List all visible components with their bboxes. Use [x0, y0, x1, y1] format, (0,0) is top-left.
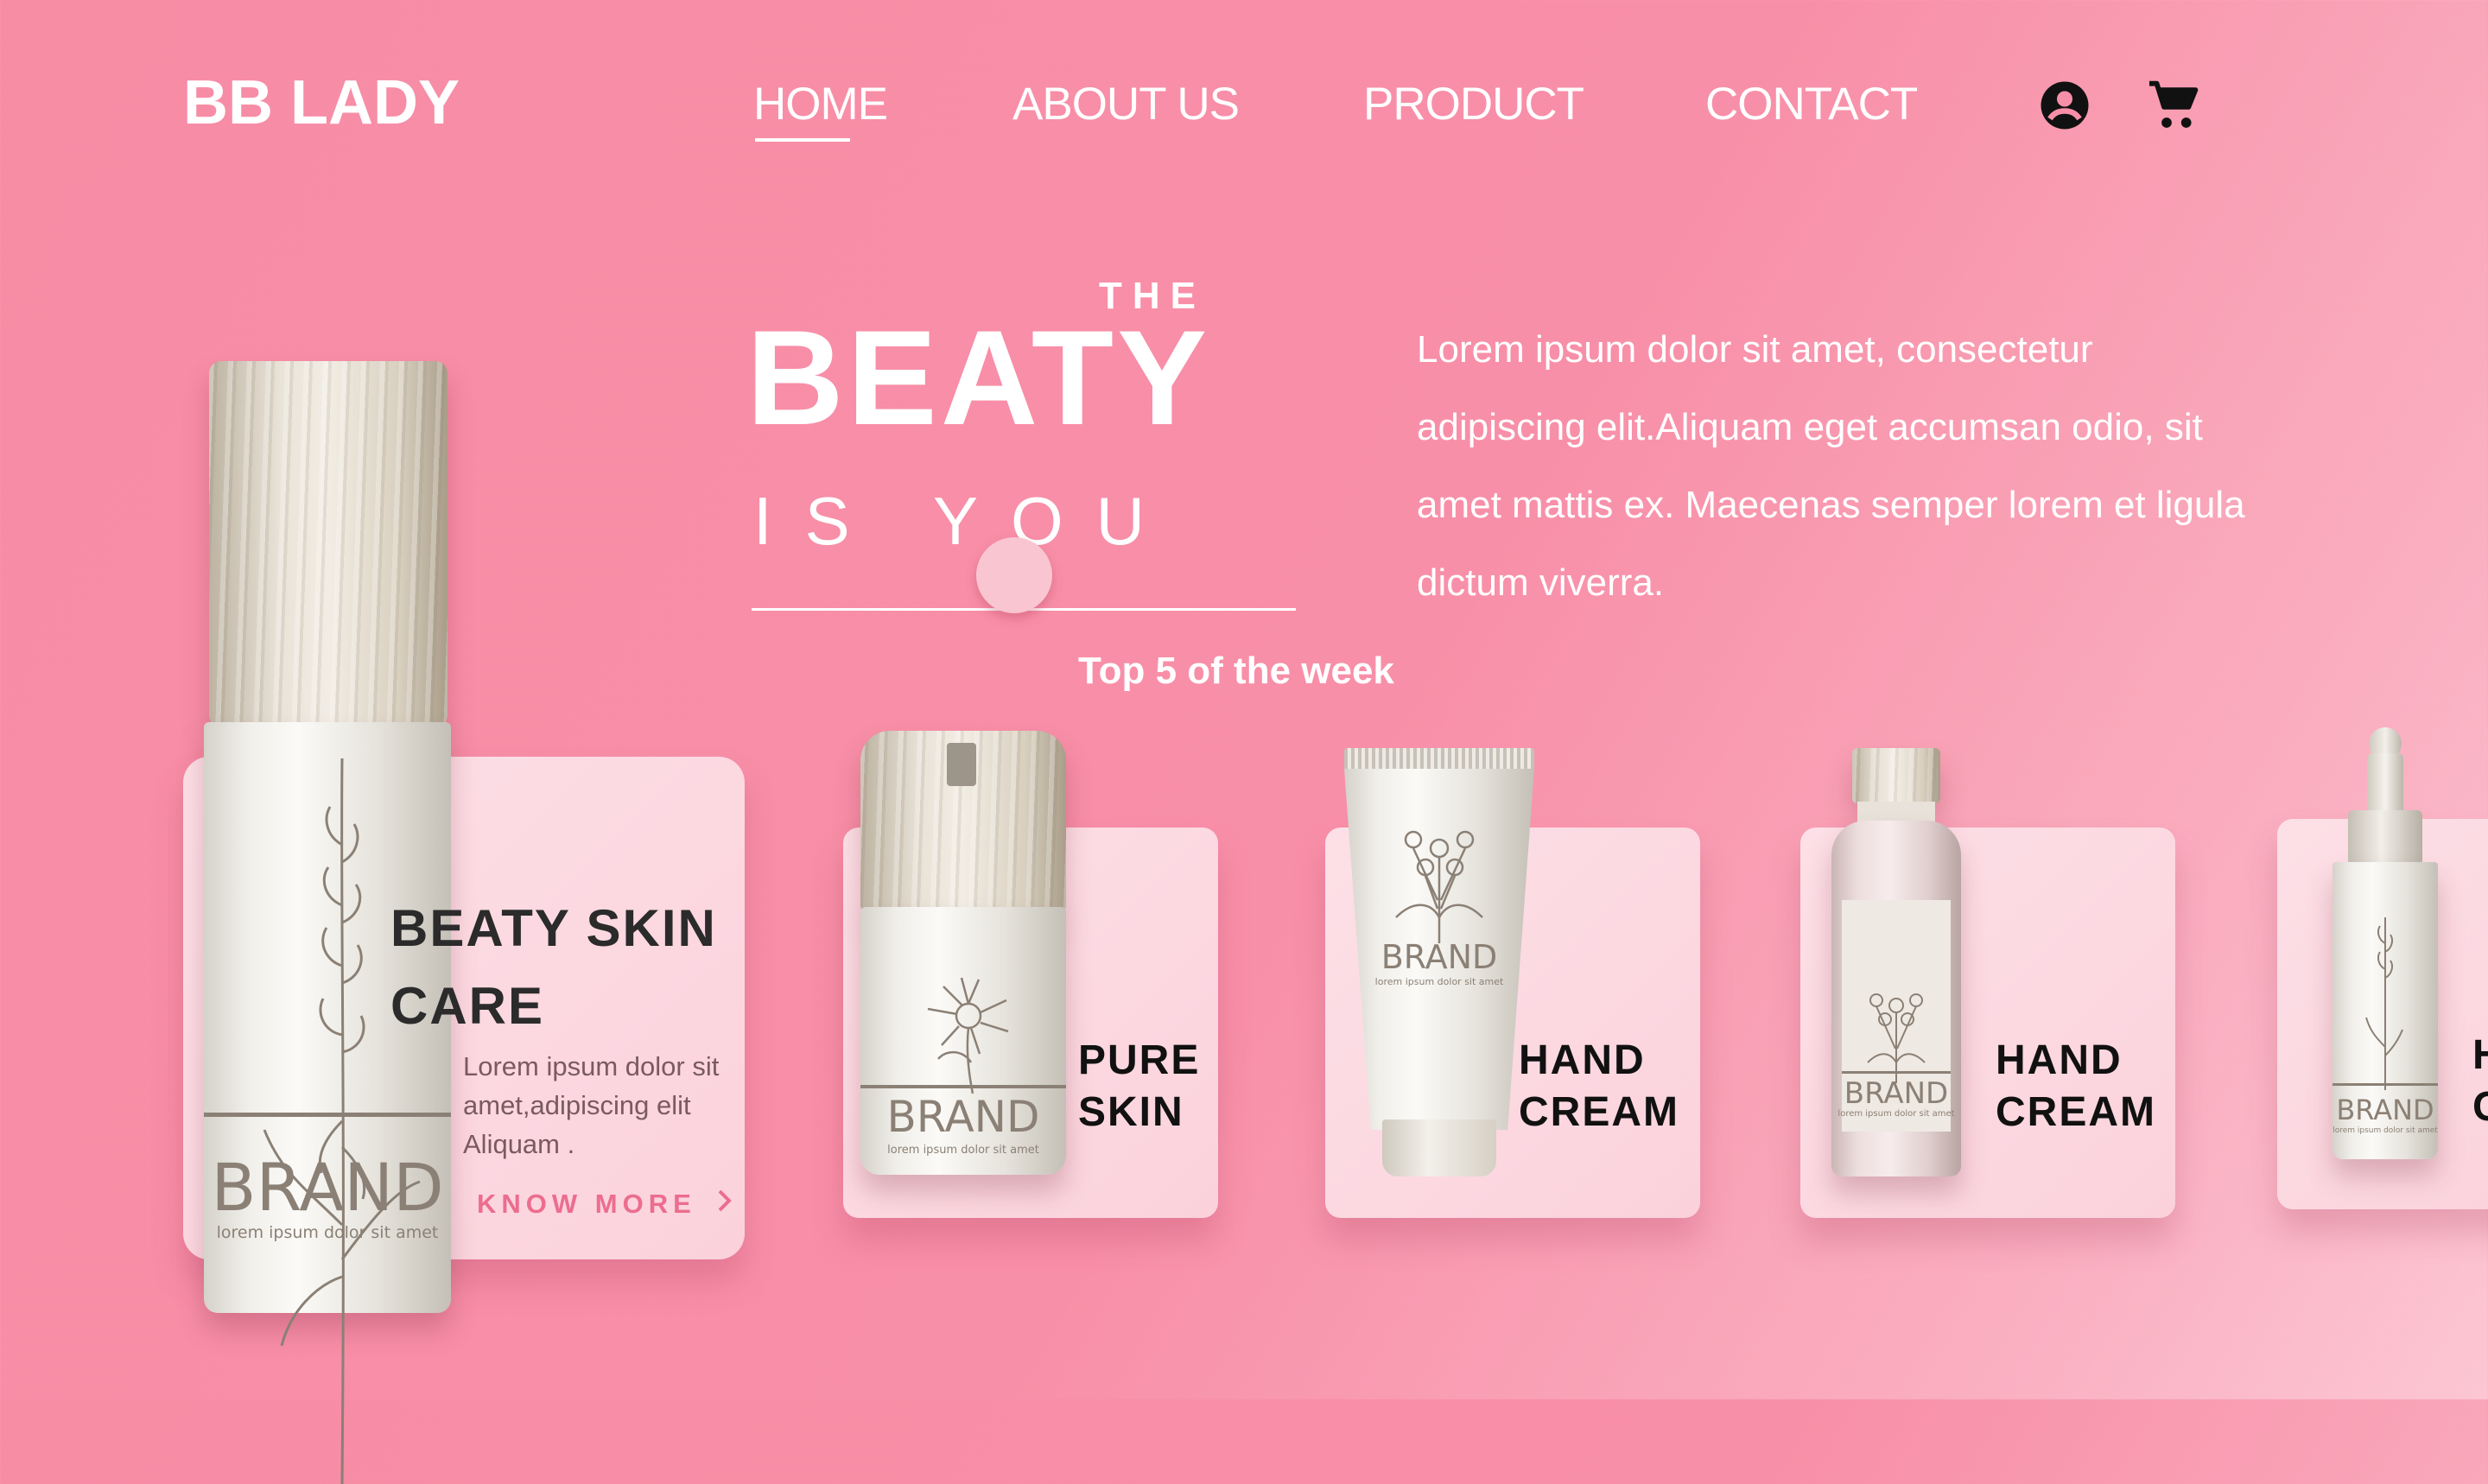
feature-bottle-sub: lorem ipsum dolor sit amet — [216, 1223, 439, 1242]
site-logo[interactable]: BB LADY — [183, 67, 460, 138]
serum-dropper-image: BRAND lorem ipsum dolor sit amet — [2332, 727, 2438, 1159]
product-name: PURE SKIN — [1078, 1035, 1200, 1138]
product-name: H C — [2472, 1030, 2488, 1133]
product-name-line2: CREAM — [1996, 1089, 2156, 1135]
nav-active-underline — [755, 138, 850, 142]
hero-subline: IS YOU — [753, 483, 1177, 559]
hand-cream-1-brand: BRAND — [1380, 938, 1498, 976]
product-name-line1: PURE — [1078, 1037, 1201, 1083]
product-name-line1: H — [2472, 1030, 2488, 1081]
chevron-right-icon — [715, 1189, 734, 1220]
feature-product-image: BRAND lorem ipsum dolor sit amet — [204, 361, 451, 1484]
section-title: Top 5 of the week — [1078, 650, 1394, 692]
hand-cream-1-sub: lorem ipsum dolor sit amet — [1374, 976, 1504, 987]
hand-cream-tube-image: BRAND lorem ipsum dolor sit amet — [1344, 748, 1534, 1176]
hand-cream-2-brand: BRAND — [1844, 1076, 1949, 1111]
serum-sub: lorem ipsum dolor sit amet — [2332, 1126, 2438, 1135]
know-more-label: KNOW MORE — [477, 1189, 696, 1219]
shopping-cart-icon[interactable] — [2146, 78, 2201, 133]
product-name-line2: C — [2472, 1081, 2488, 1133]
feature-title: BEATY SKIN CARE — [390, 899, 717, 1035]
pure-skin-brand: BRAND — [886, 1092, 1040, 1142]
feature-bottle-brand: BRAND — [211, 1149, 444, 1226]
product-name-line2: SKIN — [1078, 1089, 1184, 1135]
product-name-line2: CREAM — [1519, 1089, 1679, 1135]
nav-about-us[interactable]: ABOUT US — [1012, 78, 1240, 130]
pure-skin-product-image: BRAND lorem ipsum dolor sit amet — [860, 731, 1066, 1175]
account-circle-icon[interactable] — [2039, 79, 2091, 131]
product-name-line1: HAND — [1996, 1037, 2123, 1083]
know-more-link[interactable]: KNOW MORE — [477, 1189, 734, 1220]
feature-description: Lorem ipsum dolor sit amet,adipiscing el… — [463, 1051, 720, 1159]
product-name: HAND CREAM — [1996, 1035, 2156, 1138]
serum-brand: BRAND — [2336, 1094, 2434, 1126]
hero-intro: Lorem ipsum dolor sit amet, consectetur … — [1417, 328, 2245, 604]
nav-product[interactable]: PRODUCT — [1363, 78, 1584, 130]
pure-skin-sub: lorem ipsum dolor sit amet — [887, 1144, 1039, 1157]
product-name: HAND CREAM — [1519, 1035, 1679, 1138]
product-name-line1: HAND — [1519, 1037, 1646, 1083]
hand-cream-2-sub: lorem ipsum dolor sit amet — [1837, 1109, 1955, 1119]
nav-home[interactable]: HOME — [753, 78, 888, 130]
hand-cream-bottle-image: BRAND lorem ipsum dolor sit amet — [1831, 748, 1961, 1176]
hero-slider-handle[interactable] — [976, 537, 1052, 613]
nav-contact[interactable]: CONTACT — [1705, 78, 1918, 130]
hero-headline: BEATY — [746, 303, 1211, 453]
